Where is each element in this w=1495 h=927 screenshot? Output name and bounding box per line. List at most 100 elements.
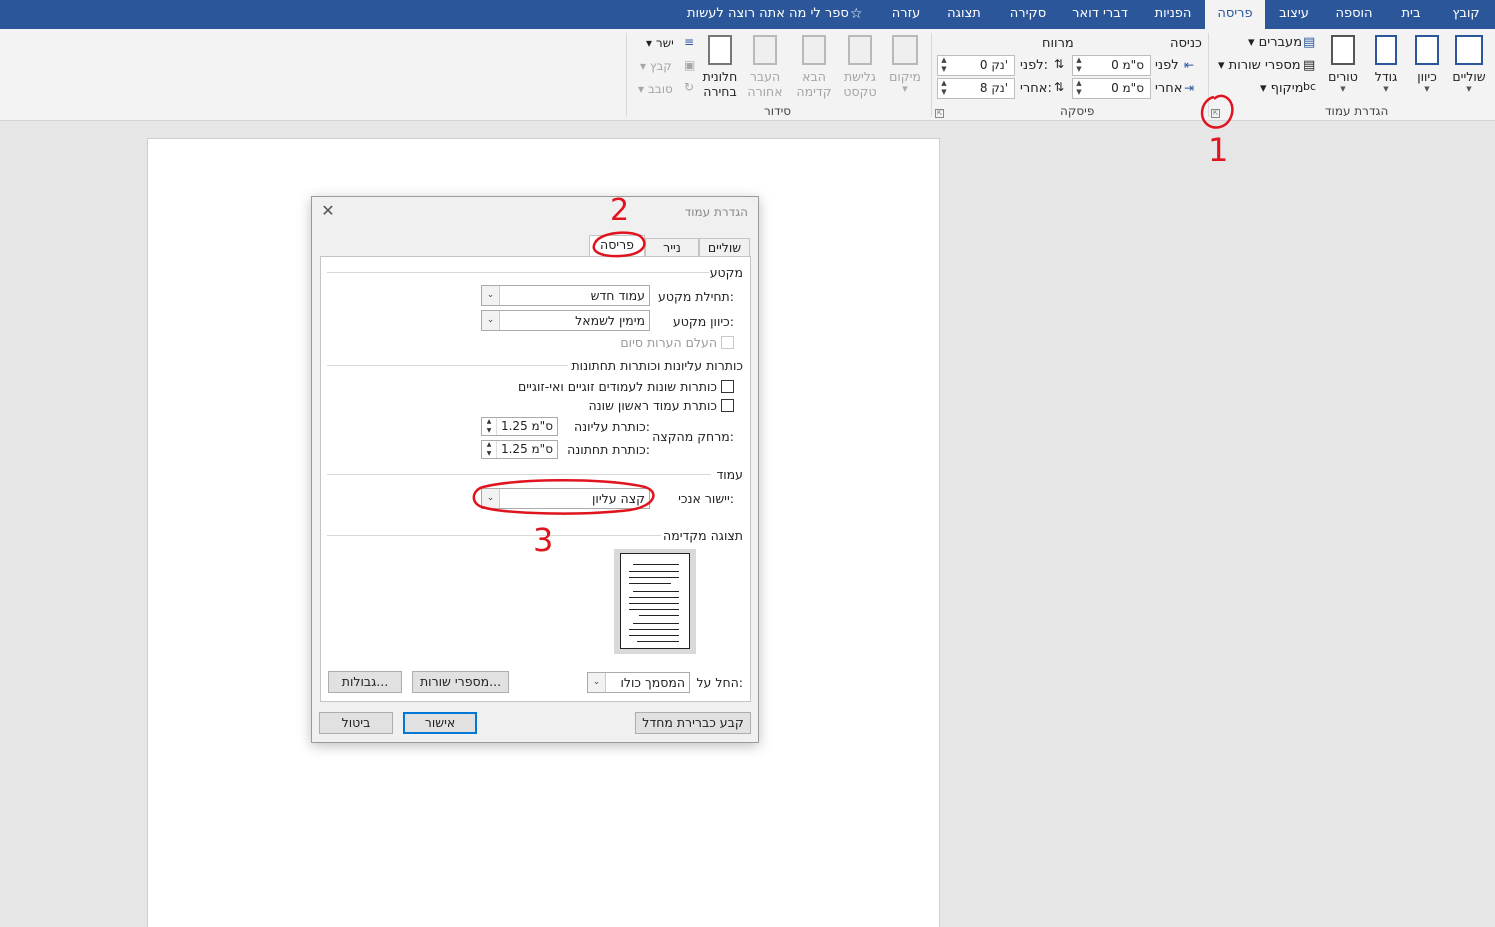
section-start-select[interactable]: ⌄ עמוד חדש xyxy=(481,285,650,306)
suppress-endnotes-label: העלם הערות סיום xyxy=(620,335,717,350)
spin-arrows-icon[interactable]: ▲ ▼ xyxy=(1073,79,1085,98)
group-icon: ▣ xyxy=(684,58,696,72)
spin-arrows-icon[interactable]: ▲ ▼ xyxy=(938,56,950,75)
preview-line xyxy=(633,591,679,592)
preview-line xyxy=(633,564,679,565)
spin-arrows-icon[interactable]: ▲ ▼ xyxy=(938,79,950,98)
header-distance-label: כותרת עליונה: xyxy=(574,419,650,434)
size-button[interactable]: גודל ▼ xyxy=(1366,35,1406,93)
tab-mailings[interactable]: דברי דואר xyxy=(1062,0,1138,29)
close-icon[interactable]: ✕ xyxy=(320,203,336,219)
align-icon: ≡ xyxy=(684,35,695,49)
tab-references[interactable]: הפניות xyxy=(1143,0,1203,29)
tab-design[interactable]: עיצוב xyxy=(1266,0,1322,29)
selection-pane-button[interactable]: חלונית בחירה xyxy=(700,35,740,99)
hyphenation-button[interactable]: ▾ מיקוף xyxy=(1260,81,1304,96)
preview-line xyxy=(629,609,679,610)
divider xyxy=(327,272,709,273)
spin-arrows-icon[interactable]: ▲ ▼ xyxy=(482,418,497,435)
selection-pane-label-2: בחירה xyxy=(703,84,737,99)
spin-arrows-icon[interactable]: ▲ ▼ xyxy=(1073,56,1085,75)
set-as-default-button[interactable]: קבע כברירת מחדל xyxy=(635,712,751,734)
chevron-down-icon[interactable]: ⌄ xyxy=(482,489,500,508)
tab-help[interactable]: עזרה xyxy=(882,0,930,29)
spacing-before-spinner[interactable]: ▲ ▼ 0 נק' xyxy=(937,55,1015,76)
tab-insert[interactable]: הוספה xyxy=(1326,0,1382,29)
wrap-text-label-1: גלישת xyxy=(843,69,877,84)
spin-arrows-icon[interactable]: ▲ ▼ xyxy=(482,441,497,458)
columns-button[interactable]: טורים ▼ xyxy=(1323,35,1363,93)
paragraph-launcher-icon[interactable]: ⇱ xyxy=(935,109,944,118)
position-button: מיקום ▼ xyxy=(885,35,925,93)
apply-to-select[interactable]: ⌄ המסמך כולו xyxy=(587,672,690,693)
indent-before-spinner[interactable]: ▲ ▼ 0 ס"מ xyxy=(1072,55,1151,76)
tab-home[interactable]: בית xyxy=(1388,0,1434,29)
preview-sheet xyxy=(620,553,690,649)
columns-icon xyxy=(1331,35,1355,65)
columns-label: טורים xyxy=(1328,69,1358,84)
page-heading: עמוד xyxy=(716,467,743,482)
group-divider xyxy=(931,33,932,117)
tab-layout[interactable]: פריסה xyxy=(1205,0,1265,29)
hyphenation-label: מיקוף xyxy=(1270,81,1304,96)
spacing-after-icon: ⇅ xyxy=(1054,80,1065,94)
bring-forward-icon xyxy=(802,35,826,65)
align-button[interactable]: ▾ ישר xyxy=(646,36,674,50)
send-backward-icon xyxy=(753,35,777,65)
orientation-button[interactable]: כיוון ▼ xyxy=(1407,35,1447,93)
tab-review[interactable]: סקירה xyxy=(1000,0,1056,29)
cancel-button[interactable]: ביטול xyxy=(319,712,393,734)
line-numbers-button[interactable]: ▾ מספרי שורות xyxy=(1218,58,1301,73)
send-backward-label-1: העבר xyxy=(749,69,781,84)
apply-to-value: המסמך כולו xyxy=(620,675,685,690)
indent-right-icon: ⇥ xyxy=(1184,81,1195,95)
hyphenation-icon: bc xyxy=(1303,80,1317,93)
lightbulb-icon: ☆ xyxy=(850,6,863,22)
tab-margins[interactable]: שוליים xyxy=(699,238,750,257)
indent-title: כניסה xyxy=(1170,36,1202,51)
breaks-button[interactable]: ▾ מעברים xyxy=(1248,35,1302,50)
divider xyxy=(327,365,568,366)
tab-view[interactable]: תצוגה xyxy=(936,0,992,29)
chevron-down-icon: ▼ xyxy=(1383,85,1389,93)
margins-button[interactable]: שוליים ▼ xyxy=(1449,35,1489,93)
from-edge-label: מרחק מהקצה: xyxy=(652,429,734,444)
indent-before-value: 0 ס"מ xyxy=(1111,58,1144,72)
first-page-checkbox[interactable] xyxy=(721,399,734,412)
section-direction-value: מימין לשמאל xyxy=(575,313,645,328)
preview-line xyxy=(629,571,679,572)
odd-even-checkbox[interactable] xyxy=(721,380,734,393)
indent-left-icon: ⇤ xyxy=(1184,58,1195,72)
divider xyxy=(327,474,711,475)
line-numbers-dialog-button[interactable]: מספרי שורות... xyxy=(412,671,509,693)
preview-line xyxy=(629,629,679,630)
group-label: קבץ xyxy=(649,59,672,73)
apply-to-label: החל על: xyxy=(696,675,743,690)
section-direction-select[interactable]: ⌄ מימין לשמאל xyxy=(481,310,650,331)
footer-distance-spinner[interactable]: ▲ ▼ 1.25 ס"מ xyxy=(481,440,558,459)
section-heading: מקטע xyxy=(709,265,743,280)
tab-paper[interactable]: נייר xyxy=(645,238,699,257)
chevron-down-icon: ▼ xyxy=(902,85,908,93)
tab-layout-dialog[interactable]: פריסה xyxy=(589,235,645,257)
tell-me-search[interactable]: ספר לי מה אתה רוצה לעשות xyxy=(687,0,849,29)
chevron-down-icon[interactable]: ⌄ xyxy=(588,673,606,692)
group-divider xyxy=(1208,33,1209,117)
page-preview xyxy=(614,549,696,654)
chevron-down-icon[interactable]: ⌄ xyxy=(482,311,500,330)
spacing-after-spinner[interactable]: ▲ ▼ 8 נק' xyxy=(937,78,1015,99)
tab-file[interactable]: קובץ xyxy=(1438,0,1494,29)
preview-line xyxy=(629,577,679,578)
chevron-down-icon[interactable]: ⌄ xyxy=(482,286,500,305)
rotate-icon: ↻ xyxy=(684,80,695,94)
odd-even-label: כותרות שונות לעמודים זוגיים ואי-זוגיים xyxy=(517,379,717,394)
annotation-label-1: 1 xyxy=(1208,131,1228,169)
spacing-title: מרווח xyxy=(1042,36,1074,51)
borders-button[interactable]: גבולות... xyxy=(328,671,402,693)
vertical-alignment-select[interactable]: ⌄ קצה עליון xyxy=(481,488,650,509)
ok-button[interactable]: אישור xyxy=(403,712,477,734)
page-setup-launcher-icon[interactable]: ⇱ xyxy=(1211,109,1220,118)
indent-after-spinner[interactable]: ▲ ▼ 0 ס"מ xyxy=(1072,78,1151,99)
preview-line xyxy=(637,641,679,642)
header-distance-spinner[interactable]: ▲ ▼ 1.25 ס"מ xyxy=(481,417,558,436)
